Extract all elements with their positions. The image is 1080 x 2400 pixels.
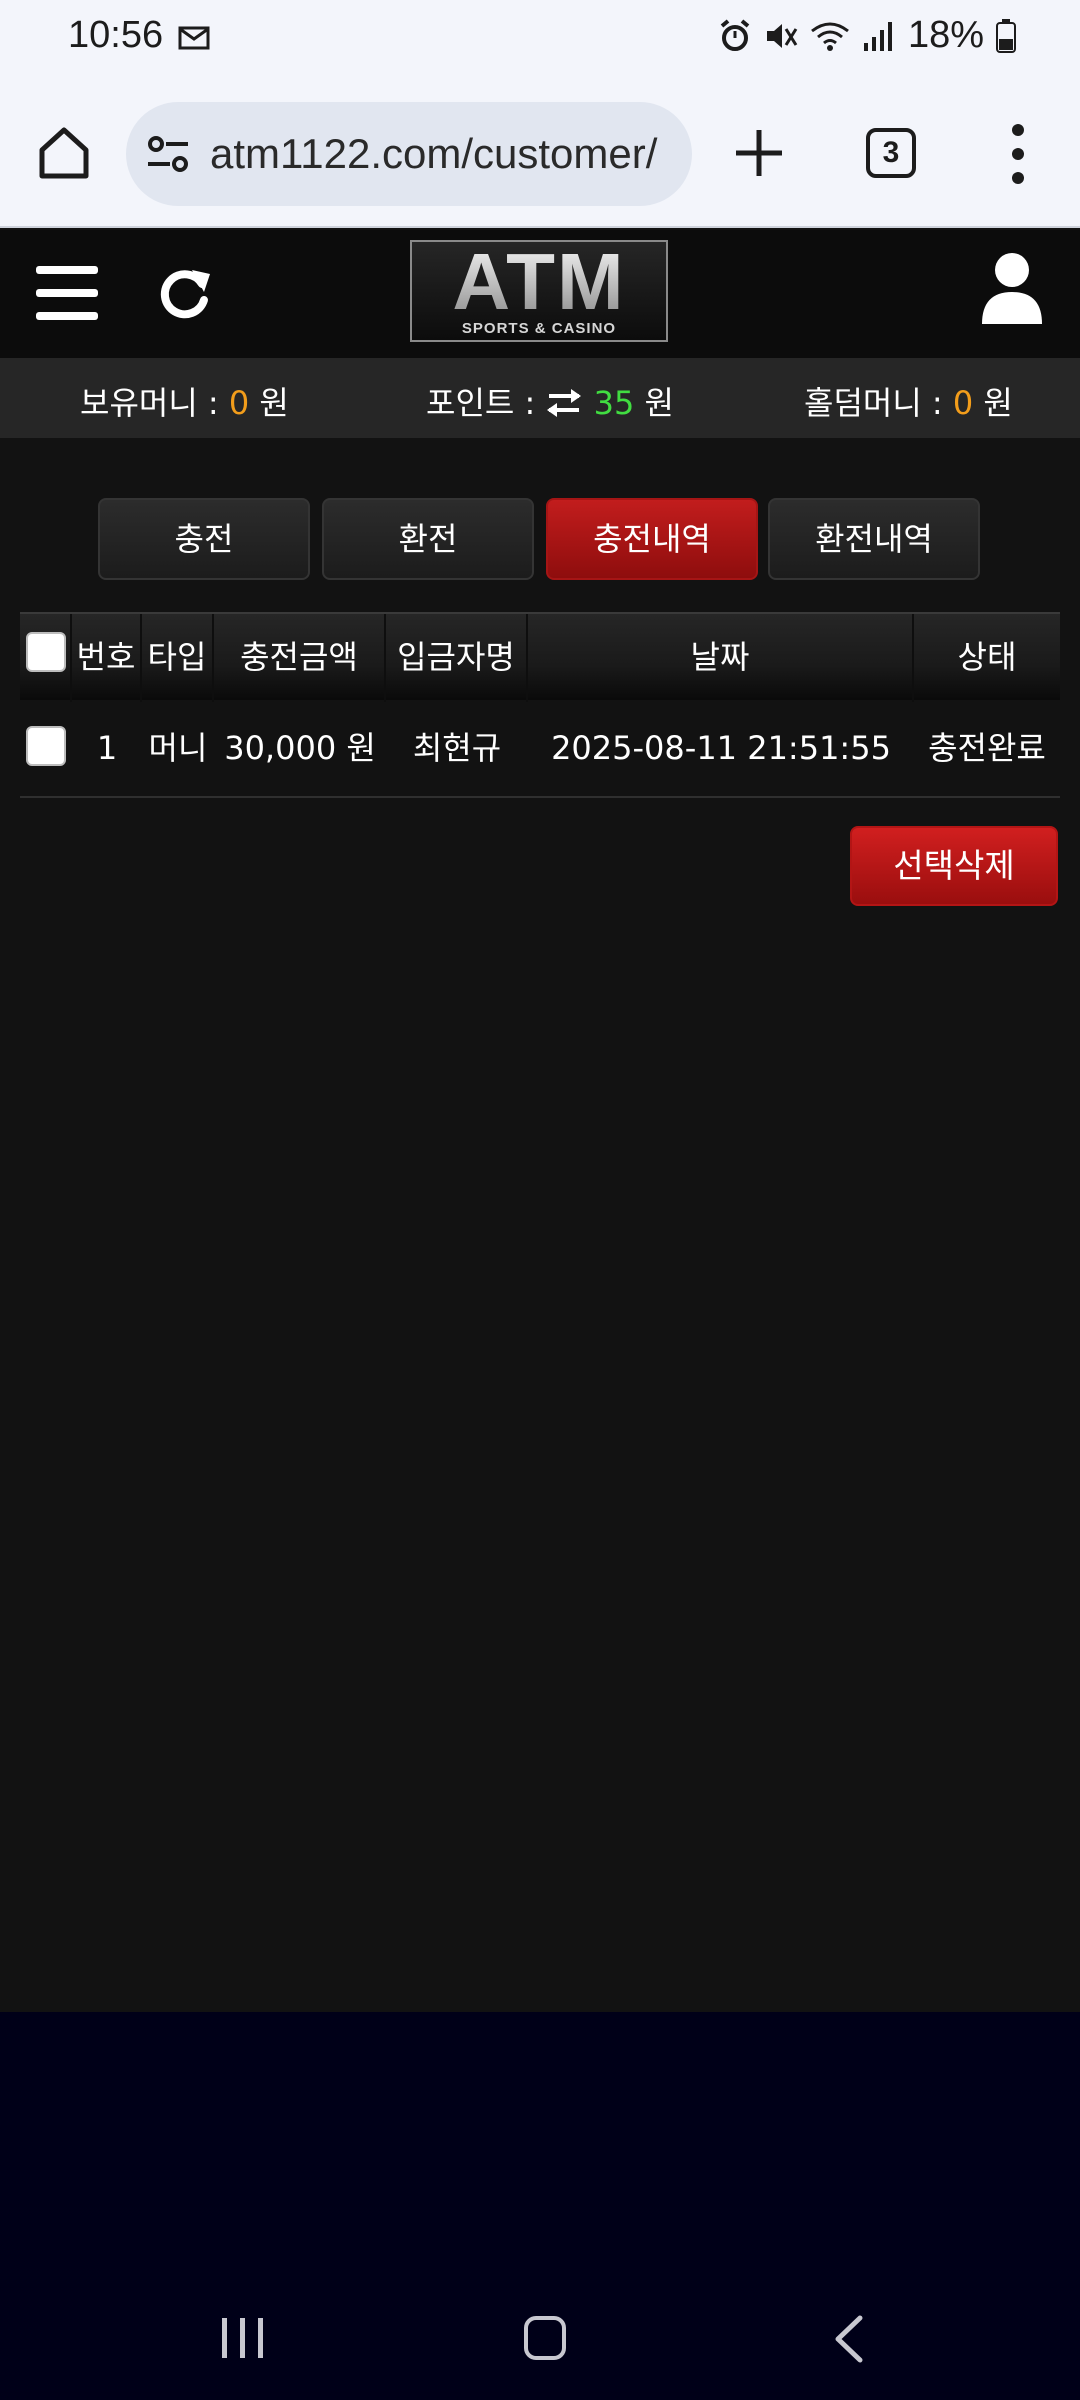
site-logo[interactable]: ATM SPORTS & CASINO <box>410 240 668 342</box>
tab-exchange[interactable]: 환전 <box>322 498 534 580</box>
recent-apps-icon[interactable] <box>222 2318 266 2358</box>
row-status: 충전완료 <box>928 729 1046 767</box>
points-unit: 원 <box>644 384 674 422</box>
status-time: 10:56 <box>68 14 164 56</box>
header-amount: 충전금액 <box>214 614 386 702</box>
home-nav-icon[interactable] <box>524 2316 566 2360</box>
tab-charge-history[interactable]: 충전내역 <box>546 498 758 580</box>
balance-label: 보유머니 : <box>80 384 219 422</box>
home-icon[interactable] <box>34 122 94 182</box>
logo-sub-text: SPORTS & CASINO <box>461 320 617 337</box>
mail-notification-icon <box>178 26 210 50</box>
signal-icon <box>863 21 892 51</box>
battery-percent: 18% <box>907 14 984 56</box>
row-type: 머니 <box>148 729 208 767</box>
header-depositor: 입금자명 <box>386 614 528 702</box>
delete-selected-button[interactable]: 선택삭제 <box>850 826 1058 906</box>
user-account-icon[interactable] <box>980 252 1044 324</box>
money-summary-bar: 보유머니 : 0 원 포인트 : 35 원 홀덤머니 : 0 원 <box>0 358 1080 438</box>
header-status: 상태 <box>957 638 1017 676</box>
url-text[interactable]: atm1122.com/customer/ <box>210 130 657 178</box>
wifi-icon <box>811 22 849 51</box>
header-type: 타입 <box>142 614 214 702</box>
select-all-checkbox[interactable] <box>26 632 66 672</box>
battery-icon <box>996 18 1016 53</box>
alarm-icon <box>720 18 750 51</box>
holdem-money: 홀덤머니 : 0 원 <box>804 378 1013 424</box>
mute-icon <box>766 23 798 48</box>
select-all-cell <box>20 614 72 702</box>
tab-switcher-button[interactable]: 3 <box>866 128 916 178</box>
holdem-unit: 원 <box>983 384 1013 422</box>
tab-charge[interactable]: 충전 <box>98 498 310 580</box>
new-tab-plus-icon[interactable] <box>728 122 790 184</box>
holdem-label: 홀덤머니 : <box>804 384 943 422</box>
refresh-icon[interactable] <box>156 264 214 322</box>
row-depositor: 최현규 <box>412 729 502 767</box>
logo-main-text: ATM <box>412 242 666 322</box>
points-label: 포인트 : <box>426 384 536 422</box>
more-options-icon[interactable] <box>1000 122 1036 186</box>
back-nav-icon[interactable] <box>830 2314 866 2364</box>
site-header: ATM SPORTS & CASINO <box>0 230 1080 358</box>
address-bar[interactable]: atm1122.com/customer/ <box>126 102 692 206</box>
site-settings-icon[interactable] <box>146 134 190 174</box>
row-number: 1 <box>96 729 118 767</box>
row-select-cell <box>20 700 72 796</box>
row-date: 2025-08-11 21:51:55 <box>551 729 891 767</box>
balance-unit: 원 <box>259 384 289 422</box>
table-header: 번호 타입 충전금액 입금자명 날짜 상태 <box>20 612 1060 702</box>
row-amount: 30,000 원 <box>224 729 376 767</box>
tab-exchange-history[interactable]: 환전내역 <box>768 498 980 580</box>
status-bar: 10:56 18% <box>0 0 1080 78</box>
balance-money: 보유머니 : 0 원 <box>80 378 289 424</box>
points-money: 포인트 : 35 원 <box>426 378 674 424</box>
table-row: 1 머니 30,000 원 최현규 2025-08-11 21:51:55 충전… <box>20 700 1060 798</box>
menu-hamburger-icon[interactable] <box>36 266 98 320</box>
row-checkbox[interactable] <box>26 726 66 766</box>
points-value: 35 <box>593 384 635 422</box>
points-convert-icon[interactable] <box>545 388 583 418</box>
header-date: 날짜 <box>528 614 914 702</box>
browser-toolbar: atm1122.com/customer/ 3 <box>0 78 1080 228</box>
header-number: 번호 <box>72 614 142 702</box>
holdem-value: 0 <box>952 384 974 422</box>
balance-value: 0 <box>228 384 250 422</box>
